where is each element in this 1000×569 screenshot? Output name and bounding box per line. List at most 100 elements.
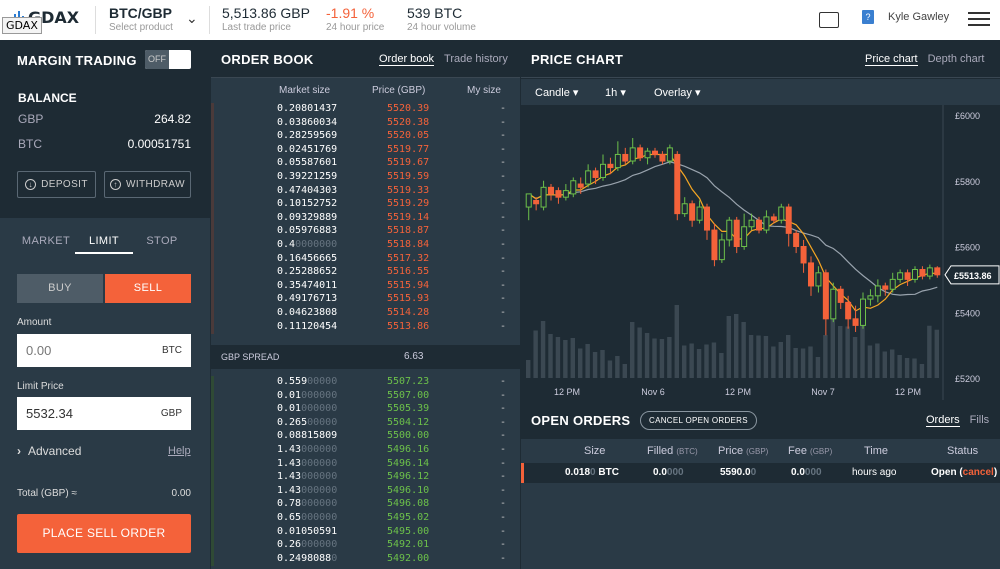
tab-orders[interactable]: Orders bbox=[926, 414, 960, 427]
chat-icon[interactable] bbox=[819, 12, 839, 28]
margin-toggle[interactable]: OFF bbox=[145, 50, 191, 69]
order-row[interactable]: 1.43000000 5496.16 - bbox=[211, 443, 520, 458]
tab-fills[interactable]: Fills bbox=[970, 414, 990, 427]
my-size: - bbox=[500, 157, 507, 169]
product-selector[interactable]: BTC/GBP Select product bbox=[109, 5, 173, 33]
open-orders-header: OPEN ORDERS CANCEL OPEN ORDERS Orders Fi… bbox=[521, 401, 1000, 439]
order-price: 5519.33 bbox=[387, 184, 430, 196]
order-row[interactable]: 0.24980880 5492.00 - bbox=[211, 552, 520, 567]
bids-list: 0.55900000 5507.23-0.01000000 5507.00-0.01… bbox=[211, 376, 520, 567]
order-row[interactable]: 0.08815809 5500.00 - bbox=[211, 430, 520, 444]
order-row[interactable]: 0.26500000 5504.12 - bbox=[211, 416, 520, 431]
menu-icon[interactable] bbox=[968, 12, 990, 30]
user-menu[interactable]: ? Kyle Gawley bbox=[862, 10, 949, 24]
table-row[interactable]: 0.0180 BTC 0.0000 5590.00 0.0000 hours a… bbox=[521, 463, 1000, 483]
candle-body bbox=[585, 170, 592, 185]
tab-depth-chart[interactable]: Depth chart bbox=[928, 53, 985, 66]
order-row[interactable]: 0.20801437 5520.39 - bbox=[211, 103, 520, 117]
withdraw-button[interactable]: ↑ WITHDRAW bbox=[104, 171, 191, 198]
total-value: 0.00 bbox=[171, 488, 191, 499]
logo[interactable]: GDAX GDAX bbox=[0, 0, 90, 40]
depth-bar bbox=[211, 293, 214, 307]
order-row[interactable]: 0.01000000 5505.39 - bbox=[211, 403, 520, 417]
order-price: 5519.59 bbox=[387, 170, 430, 182]
order-price: 5516.55 bbox=[387, 266, 430, 278]
order-row[interactable]: 0.47404303 5519.33 - bbox=[211, 184, 520, 199]
tab-trade-history[interactable]: Trade history bbox=[444, 53, 508, 66]
order-price: 5507.00 bbox=[387, 389, 430, 401]
overlay-dropdown[interactable]: Overlay ▾ bbox=[654, 86, 701, 99]
last-price: 5,513.86 GBP bbox=[222, 5, 310, 21]
cancel-order-link[interactable]: cancel bbox=[963, 467, 994, 478]
candle-dropdown[interactable]: Candle ▾ bbox=[535, 86, 578, 99]
order-row[interactable]: 0.39221259 5519.59 - bbox=[211, 170, 520, 185]
my-size: - bbox=[500, 170, 507, 182]
order-row[interactable]: 0.78000000 5496.08 - bbox=[211, 498, 520, 512]
tab-limit[interactable]: LIMIT bbox=[75, 235, 133, 254]
tab-order-book[interactable]: Order book bbox=[379, 53, 435, 66]
order-row[interactable]: 0.49176713 5515.93 - bbox=[211, 293, 520, 307]
order-row[interactable]: 1.43000000 5496.10 - bbox=[211, 484, 520, 499]
advanced-toggle[interactable]: › Advanced bbox=[17, 444, 81, 458]
buy-button[interactable]: BUY bbox=[17, 274, 103, 303]
order-row[interactable]: 0.04623808 5514.28 - bbox=[211, 306, 520, 321]
deposit-button[interactable]: ↓ DEPOSIT bbox=[17, 171, 96, 198]
my-size: - bbox=[500, 457, 507, 469]
order-row[interactable]: 0.25288652 5516.55 - bbox=[211, 266, 520, 280]
limit-price-input[interactable]: 5532.34 GBP bbox=[17, 397, 191, 430]
order-row[interactable]: 0.65000000 5495.02 - bbox=[211, 511, 520, 526]
order-row[interactable]: 0.09329889 5519.14 - bbox=[211, 211, 520, 226]
tab-stop[interactable]: STOP bbox=[133, 235, 191, 254]
amount-value: 0.00 bbox=[26, 343, 52, 358]
cancel-open-orders-button[interactable]: CANCEL OPEN ORDERS bbox=[640, 411, 757, 430]
order-row[interactable]: 0.28259569 5520.05 - bbox=[211, 130, 520, 144]
order-row[interactable]: 0.01000000 5507.00 - bbox=[211, 389, 520, 404]
place-order-button[interactable]: PLACE SELL ORDER bbox=[17, 514, 191, 553]
volume-bar bbox=[607, 360, 613, 378]
order-row[interactable]: 0.05587601 5519.67 - bbox=[211, 157, 520, 171]
last-price-block: 5,513.86 GBP Last trade price bbox=[222, 5, 310, 33]
volume-bar bbox=[934, 329, 939, 378]
order-row[interactable]: 0.26000000 5492.01 - bbox=[211, 539, 520, 553]
candle-body bbox=[763, 216, 770, 231]
order-row[interactable]: 0.05976883 5518.87 - bbox=[211, 225, 520, 239]
interval-dropdown[interactable]: 1h ▾ bbox=[605, 86, 626, 99]
last-price-sub: Last trade price bbox=[222, 22, 291, 33]
divider bbox=[95, 6, 96, 34]
amount-unit: BTC bbox=[162, 345, 182, 356]
candle-body bbox=[748, 219, 755, 228]
order-row[interactable]: 0.02451769 5519.77 - bbox=[211, 143, 520, 158]
amount-input[interactable]: 0.00 BTC bbox=[17, 334, 191, 367]
order-size: 0.28259569 bbox=[277, 130, 338, 142]
deposit-label: DEPOSIT bbox=[41, 179, 88, 190]
depth-bar bbox=[211, 511, 214, 526]
order-row[interactable]: 0.35474011 5515.94 - bbox=[211, 279, 520, 294]
tab-price-chart[interactable]: Price chart bbox=[865, 53, 918, 66]
side-selector: BUY SELL bbox=[17, 274, 191, 303]
sell-button[interactable]: SELL bbox=[105, 274, 191, 303]
order-row[interactable]: 0.03860034 5520.38 - bbox=[211, 116, 520, 131]
overlay-label: Overlay bbox=[654, 87, 692, 99]
order-row[interactable]: 0.40000000 5518.84 - bbox=[211, 238, 520, 253]
depth-bar bbox=[211, 116, 214, 131]
volume-bar bbox=[555, 337, 561, 378]
candle-chart[interactable]: £6000 £5800 £5600 £5400 £5200 12 PM Nov 6 12 PM… bbox=[521, 105, 1000, 400]
volume-bar bbox=[882, 351, 887, 378]
my-size: - bbox=[500, 389, 507, 401]
col-price-label: Price bbox=[718, 445, 744, 457]
advanced-label: Advanced bbox=[28, 444, 82, 458]
depth-bar bbox=[211, 211, 214, 226]
order-row[interactable]: 1.43000000 5496.12 - bbox=[211, 471, 520, 485]
order-row[interactable]: 0.55900000 5507.23 - bbox=[211, 376, 520, 390]
order-row[interactable]: 0.10152752 5519.29 - bbox=[211, 198, 520, 212]
help-link[interactable]: Help bbox=[168, 445, 191, 457]
order-row[interactable]: 1.43000000 5496.14 - bbox=[211, 457, 520, 472]
col-price-unit: (GBP) bbox=[746, 447, 769, 456]
order-size: 0.02451769 bbox=[277, 143, 338, 155]
order-price: 5520.05 bbox=[387, 130, 430, 142]
tab-market[interactable]: MARKET bbox=[17, 235, 75, 254]
order-row[interactable]: 0.16456665 5517.32 - bbox=[211, 252, 520, 267]
chevron-down-icon[interactable]: ⌄ bbox=[186, 10, 198, 27]
order-row[interactable]: 0.01050591 5495.00 - bbox=[211, 525, 520, 540]
order-row[interactable]: 0.11120454 5513.86 - bbox=[211, 320, 520, 335]
